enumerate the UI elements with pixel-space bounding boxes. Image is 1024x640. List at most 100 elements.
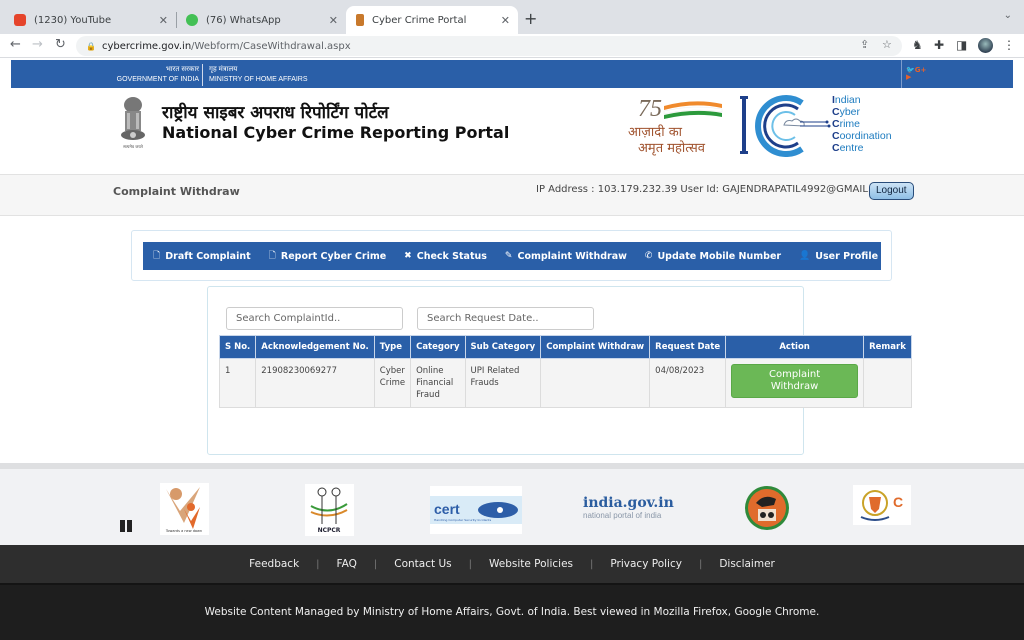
towards-a-new-dawn-logo[interactable]: Towards a new dawn [160,483,209,535]
pause-carousel-icon[interactable] [120,520,132,532]
ip-and-user-info: IP Address : 103.179.232.39 User Id: GAJ… [536,184,895,195]
side-panel-icon[interactable]: ◨ [956,38,967,52]
menu-item-check-status[interactable]: ✖ Check Status [404,251,487,262]
url-input[interactable]: 🔒 cybercrime.gov.in/Webform/CaseWithdraw… [76,36,902,56]
menu-item-complaint-withdraw[interactable]: ✎ Complaint Withdraw [505,251,627,262]
portal-title-english: National Cyber Crime Reporting Portal [162,123,510,142]
national-emblem-logo[interactable]: सत्यमेव जयते [116,95,150,150]
forward-icon[interactable]: → [32,37,43,52]
i4c-line: Coordination [832,130,892,142]
ministry-hindi-label: गृह मंत्रालय [209,66,238,73]
col-header-remark[interactable]: Remark [863,335,912,359]
youtube-icon[interactable]: ▶ [906,73,911,81]
gov-hindi-label: भारत सरकार [165,66,199,73]
col-header-sno[interactable]: S No. [218,335,257,359]
col-header-category[interactable]: Category [410,335,466,359]
phone-icon: ✆ [644,251,653,261]
footer-link-contact-us[interactable]: Contact Us [394,558,451,570]
footer-separator: | [590,558,594,570]
col-header-complaint-withdraw[interactable]: Complaint Withdraw [540,335,651,359]
menu-label: Complaint Withdraw [517,250,627,262]
menu-label: Draft Complaint [165,250,251,262]
cell-action: Complaint Withdraw [725,358,865,408]
i4c-text: Indian Cyber Crime Coordination Centre [832,94,892,154]
footer-link-website-policies[interactable]: Website Policies [489,558,573,570]
logo-caption: Towards a new dawn [165,529,202,533]
tab-search-chevron-icon[interactable]: ⌄ [1004,10,1012,21]
ministry-of-home-affairs[interactable]: गृह मंत्रालय MINISTRY OF HOME AFFAIRS [209,65,308,85]
india-gov-in-logo[interactable]: india.gov.in [583,495,674,511]
bookmark-star-icon[interactable]: ☆ [882,38,892,51]
partner-logos-carousel: Towards a new dawn NCPCR cert Handling C… [0,463,1024,545]
close-tab-icon[interactable]: ✕ [329,14,338,27]
footer-separator: | [373,558,378,570]
menu-label: Report Cyber Crime [280,250,387,262]
col-header-type[interactable]: Type [373,335,412,359]
close-tab-icon[interactable]: ✕ [159,14,168,27]
emblem-icon [356,14,364,26]
cell-sub-category: UPI Related Frauds [464,358,542,408]
col-header-ack-no[interactable]: Acknowledgement No. [255,335,375,359]
tab-youtube[interactable]: (1230) YouTube ✕ [4,6,176,34]
tab-whatsapp[interactable]: (76) WhatsApp ✕ [176,6,346,34]
azadi-line2: अमृत महोत्सव [638,140,706,156]
page-title: Complaint Withdraw [113,185,240,198]
footer-links: Feedback | FAQ | Contact Us | Website Po… [0,545,1024,583]
footer-bottom: Website Content Managed by Ministry of H… [0,583,1024,640]
site-header: सत्यमेव जयते राष्ट्रीय साइबर अपराध रिपोर… [0,88,1024,174]
cell-remark [863,358,912,408]
footer-link-feedback[interactable]: Feedback [249,558,299,570]
col-header-request-date[interactable]: Request Date [649,335,727,359]
browser-menu-icon[interactable]: ⋮ [1003,38,1015,52]
gov-english-label: GOVERNMENT OF INDIA [116,76,199,83]
logout-button[interactable]: Logout [869,182,914,200]
new-tab-button[interactable]: + [524,9,537,28]
cyber-dost-logo[interactable] [744,485,790,531]
i4c-line: Cyber [832,106,861,118]
col-header-sub-category[interactable]: Sub Category [464,335,542,359]
tab-title: Cyber Crime Portal [372,14,467,26]
back-icon[interactable]: ← [10,37,21,52]
footer-separator: | [468,558,472,570]
search-complaint-id-input[interactable] [226,307,403,330]
menu-item-draft-complaint[interactable]: 🗋 Draft Complaint [153,248,251,264]
browser-tab-bar: (1230) YouTube ✕ (76) WhatsApp ✕ Cyber C… [0,0,1024,34]
share-icon[interactable]: ⇪ [860,38,869,51]
cert-in-logo[interactable]: cert Handling Computer Security Incident… [430,486,522,534]
menu-item-user-profile[interactable]: 👤 User Profile [799,251,878,262]
footer-separator: | [698,558,703,570]
close-tab-icon[interactable]: ✕ [501,14,510,27]
i4c-line: Crime [832,118,861,130]
user-icon: 👤 [799,251,811,261]
menu-label: User Profile [815,250,879,262]
google-plus-icon[interactable]: G+ [915,66,927,74]
col-header-action[interactable]: Action [725,335,865,359]
footer-link-faq[interactable]: FAQ [337,558,357,570]
tab-cyber-crime-portal[interactable]: Cyber Crime Portal ✕ [346,6,518,34]
government-strip: भारत सरकार GOVERNMENT OF INDIA गृह मंत्र… [11,60,1013,88]
cell-sno: 1 [218,358,257,408]
i4c-line: Indian [832,94,861,106]
table-row: 1 21908230069277 Cyber Crime Online Fina… [218,358,912,408]
whatsapp-icon [186,14,198,26]
menu-item-report-cyber-crime[interactable]: 🗋 Report Cyber Crime [269,248,387,264]
menu-item-update-mobile-number[interactable]: ✆ Update Mobile Number [645,251,781,262]
government-of-india[interactable]: भारत सरकार GOVERNMENT OF INDIA [117,65,199,85]
cell-ack-no: 21908230069277 [255,358,375,408]
puzzle-extensions-icon[interactable]: ✚ [934,38,944,52]
cyber-police-logo[interactable]: C [853,485,911,525]
footer-link-privacy-policy[interactable]: Privacy Policy [610,558,682,570]
reload-icon[interactable]: ↻ [55,37,66,52]
azadi-ka-amrit-mahotsav-logo: 75 आज़ादी का अमृत महोत्सव [628,96,723,156]
tab-title: (1230) YouTube [34,14,112,26]
search-request-date-input[interactable] [417,307,594,330]
extension-icon[interactable]: ♞ [912,38,923,52]
menu-label: Check Status [416,250,487,262]
ncpcr-logo[interactable]: NCPCR [305,484,354,536]
cell-complaint-withdraw [540,358,651,408]
profile-avatar[interactable] [978,38,993,53]
svg-text:75: 75 [638,96,662,122]
complaint-withdraw-button[interactable]: Complaint Withdraw [731,364,859,398]
file-icon: 🗋 [268,251,276,261]
footer-link-disclaimer[interactable]: Disclaimer [719,558,775,570]
